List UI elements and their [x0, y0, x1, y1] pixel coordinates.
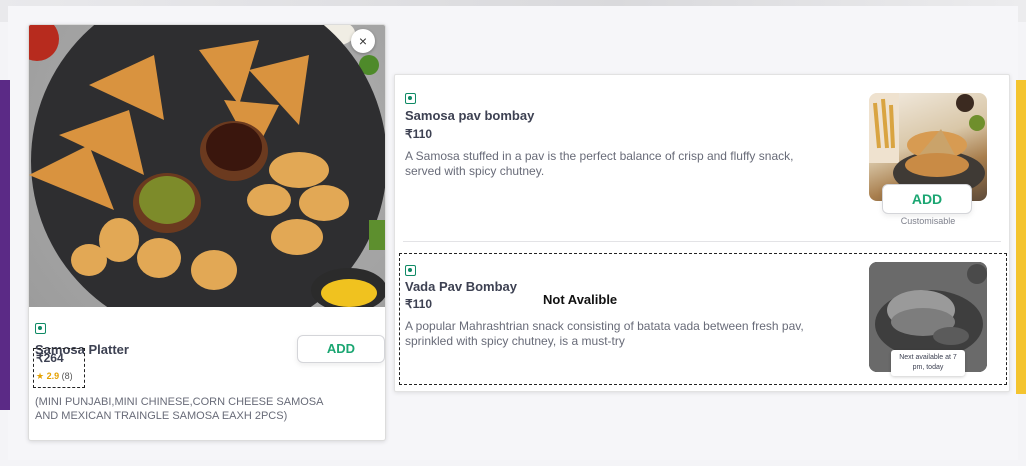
item-name: Samosa pav bombay: [405, 108, 535, 123]
menu-item-unavailable: Vada Pav Bombay ₹110 Not Avalible A popu…: [395, 253, 1009, 385]
star-icon: ★: [36, 371, 45, 381]
item-price: ₹110: [405, 127, 432, 141]
item-description: A Samosa stuffed in a pav is the perfect…: [405, 149, 794, 178]
price-rating-box: ₹264 ★ 2.9 (8): [33, 348, 85, 388]
item-description: A popular Mahrashtrian snack consisting …: [405, 319, 804, 348]
customisable-label: Customisable: [900, 216, 956, 226]
dish-rating: ★ 2.9 (8): [36, 371, 73, 382]
samosa-platter-illustration: [29, 25, 385, 339]
rating-value: 2.9: [46, 371, 60, 381]
item-name: Vada Pav Bombay: [405, 279, 517, 294]
side-accent-right: [1016, 80, 1026, 394]
dish-description: (MINI PUNJABI,MINI CHINESE,CORN CHEESE S…: [35, 396, 323, 422]
add-button[interactable]: ADD: [297, 335, 385, 363]
close-button[interactable]: ×: [351, 29, 375, 53]
add-button[interactable]: ADD: [882, 184, 972, 214]
samosa-platter-image: [29, 25, 385, 339]
side-accent-left: [0, 80, 10, 410]
menu-items-list: Samosa pav bombay ₹110 A Samosa stuffed …: [394, 74, 1010, 392]
dish-info: Samosa Platter ₹264 ★ 2.9 (8) ADD (MINI …: [33, 321, 385, 422]
dish-detail-card: × Samosa Platter ₹264 ★ 2.9 (8) ADD (MIN…: [28, 24, 386, 441]
rating-count: (8): [61, 371, 73, 381]
item-divider: [403, 241, 1001, 242]
dish-price: ₹264: [36, 351, 64, 365]
item-price: ₹110: [405, 297, 432, 311]
close-icon: ×: [358, 33, 368, 49]
menu-item: Samosa pav bombay ₹110 A Samosa stuffed …: [395, 75, 1009, 241]
veg-indicator-icon: [405, 265, 416, 276]
availability-status: Not Avalible: [543, 292, 618, 307]
next-available-badge: Next available at 7 pm, today: [891, 350, 965, 376]
veg-indicator-icon: [405, 93, 416, 104]
veg-indicator-icon: [35, 323, 46, 334]
